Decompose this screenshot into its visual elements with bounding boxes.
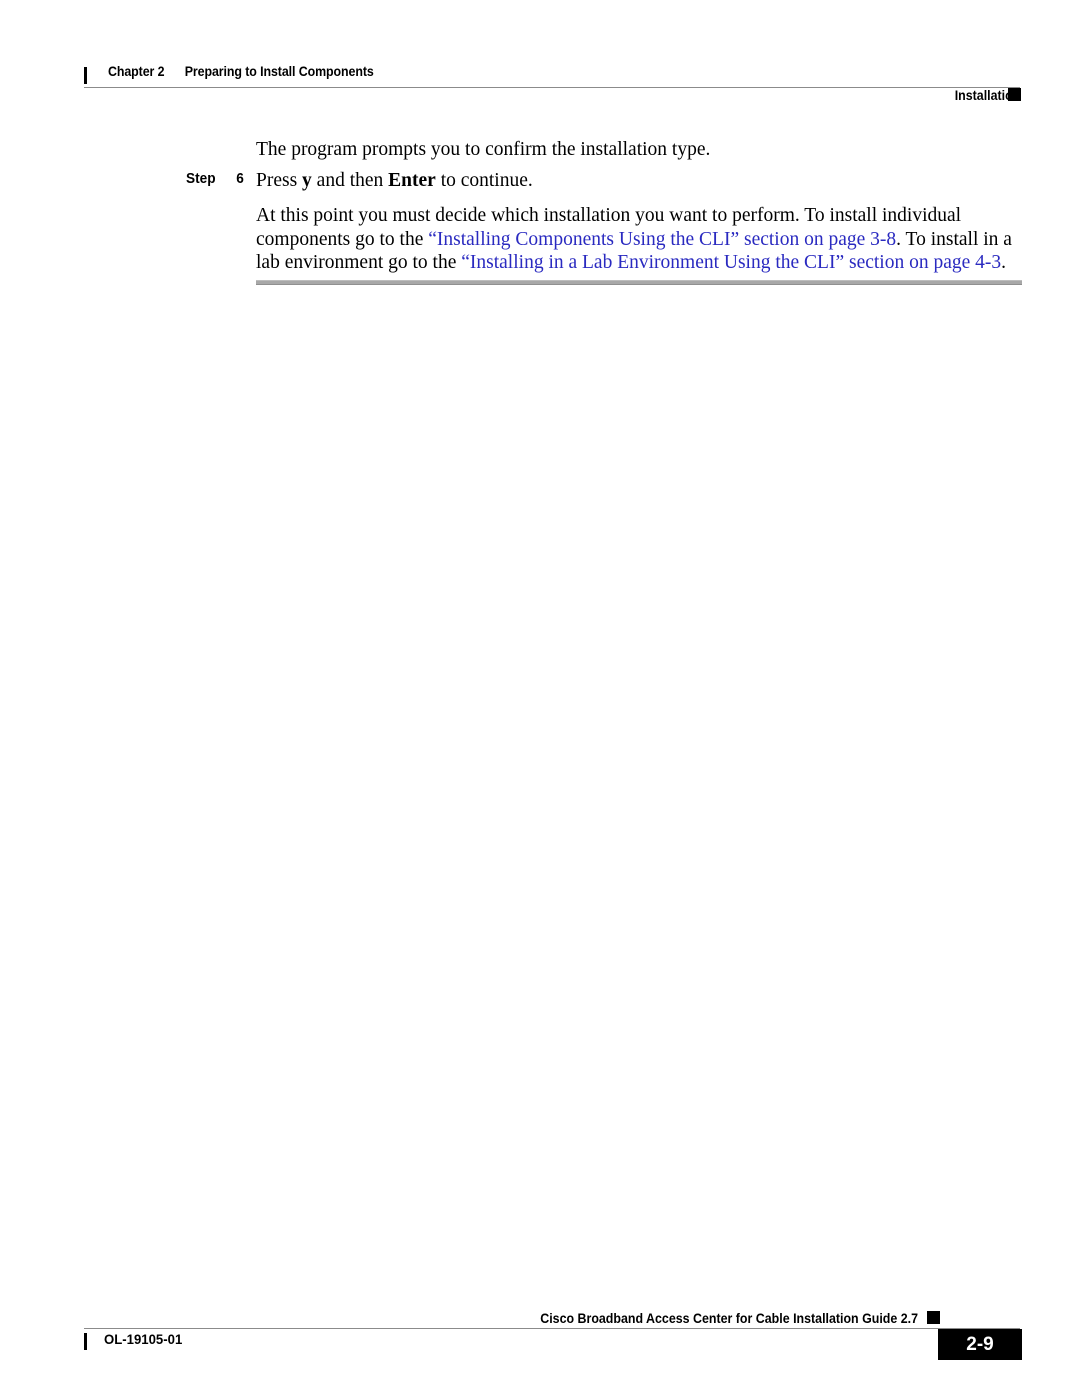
footer-square-marker-icon [927,1311,940,1324]
intro-paragraph: The program prompts you to confirm the i… [256,139,711,160]
step-text-before-key1: Press [256,170,303,191]
step-label-number: 6 [236,171,244,187]
breadcrumb-chapter-title: Preparing to Install Components [184,64,374,79]
header-divider [84,87,1020,88]
step-key-enter: Enter [388,170,436,191]
detail-text-segment-3: . [1001,252,1007,273]
document-page: Chapter 2 Preparing to Install Components… [0,0,1080,1397]
step-key-y: y [302,170,312,191]
step-label-word: Step [186,171,216,187]
breadcrumb-chapter-label: Chapter 2 [108,64,165,79]
page-header: Chapter 2 Preparing to Install Components… [0,30,1080,103]
footer-document-id: OL-19105-01 [104,1331,183,1347]
header-left-tick-mark [84,67,87,84]
step-text-between-keys: and then [311,170,389,191]
breadcrumb: Chapter 2 Preparing to Install Components [108,64,374,79]
footer-left-tick-mark [84,1333,87,1350]
cross-reference-link-installing-components-cli[interactable]: “Installing Components Using the CLI” se… [428,229,896,250]
page-footer: Cisco Broadband Access Center for Cable … [0,1300,1080,1380]
step-instruction: Press y and then Enter to continue. [256,169,1024,193]
page-number-badge: 2-9 [938,1329,1022,1360]
section-divider [256,280,1022,285]
header-square-marker-icon [1008,88,1021,101]
footer-divider [84,1328,1020,1329]
step-label: Step 6 [186,171,244,187]
footer-guide-title: Cisco Broadband Access Center for Cable … [540,1311,918,1326]
detail-paragraph: At this point you must decide which inst… [256,204,1026,275]
cross-reference-link-installing-lab-environment-cli[interactable]: “Installing in a Lab Environment Using t… [461,252,1001,273]
step-text-after-key2: to continue. [435,170,533,191]
